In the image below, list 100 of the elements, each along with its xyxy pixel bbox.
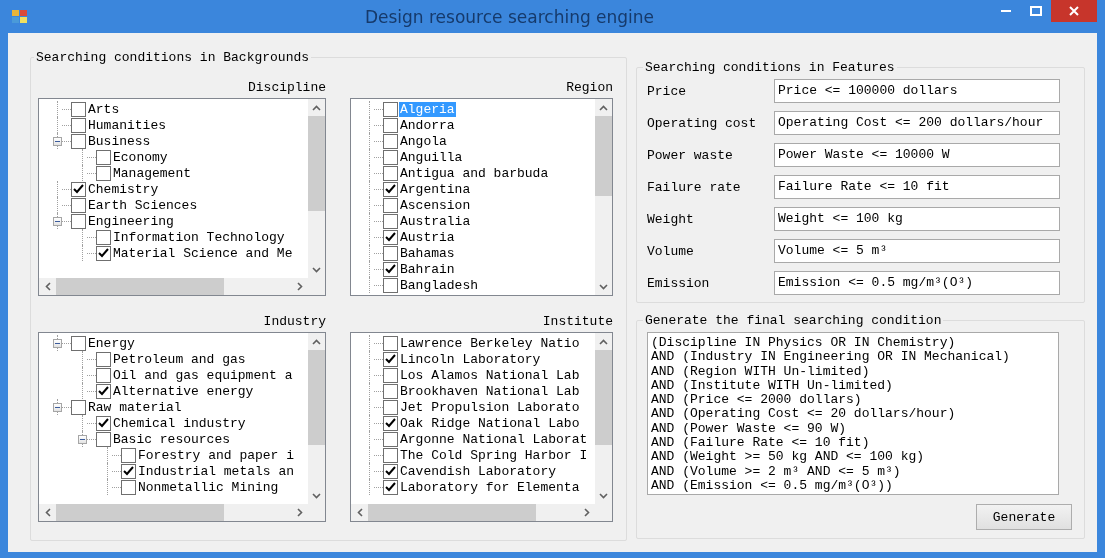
checkbox[interactable] <box>383 367 398 383</box>
checkbox[interactable] <box>383 181 398 197</box>
tree-item[interactable]: Business <box>87 133 152 149</box>
vertical-scrollbar[interactable] <box>595 333 612 504</box>
checkbox[interactable] <box>383 431 398 447</box>
collapse-icon[interactable] <box>53 136 62 146</box>
checkbox[interactable] <box>71 117 86 133</box>
scroll-left-icon[interactable] <box>44 282 51 291</box>
checkbox[interactable] <box>71 181 86 197</box>
input-field[interactable]: Price <= 100000 dollars <box>774 79 1060 103</box>
scroll-up-icon[interactable] <box>312 338 321 345</box>
horizontal-scrollbar[interactable] <box>39 278 308 295</box>
scroll-left-icon[interactable] <box>44 508 51 517</box>
checkbox[interactable] <box>383 383 398 399</box>
checkbox[interactable] <box>383 149 398 165</box>
tree-item[interactable]: Argonne National Laborat <box>399 431 589 447</box>
tree-item[interactable]: Lawrence Berkeley Natio <box>399 335 581 351</box>
checkbox[interactable] <box>121 479 136 495</box>
checkbox[interactable] <box>383 229 398 245</box>
tree-item[interactable]: Forestry and paper i <box>137 447 296 463</box>
checkbox[interactable] <box>383 463 398 479</box>
scrollbar-thumb[interactable] <box>56 278 224 295</box>
checkbox[interactable] <box>96 165 111 181</box>
tree-item[interactable]: Brookhaven National Lab <box>399 383 581 399</box>
checkbox[interactable] <box>383 213 398 229</box>
tree-item[interactable]: Humanities <box>87 117 167 133</box>
checkbox[interactable] <box>71 101 86 117</box>
scrollbar-thumb[interactable] <box>56 504 224 521</box>
tree-item[interactable]: Arts <box>87 101 121 117</box>
scrollbar-thumb[interactable] <box>308 116 325 211</box>
scroll-down-icon[interactable] <box>599 492 608 499</box>
tree-item[interactable]: Jet Propulsion Laborato <box>399 399 581 415</box>
input-field[interactable]: Failure Rate <= 10 fit <box>774 175 1060 199</box>
checkbox[interactable] <box>96 351 111 367</box>
scroll-down-icon[interactable] <box>599 283 608 290</box>
input-field[interactable]: Operating Cost <= 200 dollars/hour <box>774 111 1060 135</box>
vertical-scrollbar[interactable] <box>308 333 325 504</box>
tree-item[interactable]: Management <box>112 165 192 181</box>
collapse-icon[interactable] <box>53 338 62 348</box>
tree-item[interactable]: Energy <box>87 335 136 351</box>
condition-field[interactable]: (Discipline IN Physics OR IN Chemistry) AND (Industry IN Engineering OR IN Mechanical) AND (Region WITH Un-limited) AND (Institute WITH Un-limited) AND (Price <= 2000 dollars) AND (Operating Cost <= 20 dollars/hour) AND (Power Waste <= 90 W) AND (Failure Rate <= 10 fit) AND (Weight >= 50 kg AND <= 100 kg) AND (Volume >= 2 m³ AND <= 5 m³) AND (Emission <= 0.5 mg/m³(O³)) <box>647 332 1059 495</box>
tree-item[interactable]: Basic resources <box>112 431 232 447</box>
tree-item[interactable]: Industrial metals an <box>137 463 296 479</box>
tree-item[interactable]: Nonmetallic Mining <box>137 479 280 495</box>
vertical-scrollbar[interactable] <box>308 99 325 278</box>
horizontal-scrollbar[interactable] <box>39 504 308 521</box>
tree-item[interactable]: Chemistry <box>87 181 160 197</box>
scroll-up-icon[interactable] <box>599 338 608 345</box>
close-button[interactable] <box>1051 0 1097 22</box>
checkbox[interactable] <box>96 245 111 261</box>
checkbox[interactable] <box>383 351 398 367</box>
tree-item[interactable]: Bahamas <box>399 245 456 261</box>
tree-item[interactable]: Oil and gas equipment a <box>112 367 294 383</box>
tree-item[interactable]: Earth Sciences <box>87 197 199 213</box>
tree-item[interactable]: Chemical industry <box>112 415 247 431</box>
checkbox[interactable] <box>71 213 86 229</box>
scroll-up-icon[interactable] <box>599 104 608 111</box>
checkbox[interactable] <box>71 399 86 415</box>
checkbox[interactable] <box>383 117 398 133</box>
tree-item[interactable]: Anguilla <box>399 149 464 165</box>
scroll-right-icon[interactable] <box>583 508 590 517</box>
tree-item[interactable]: Angola <box>399 133 448 149</box>
tree-item[interactable]: Lincoln Laboratory <box>399 351 542 367</box>
scroll-down-icon[interactable] <box>312 492 321 499</box>
checkbox[interactable] <box>96 149 111 165</box>
tree-item[interactable]: Laboratory for Elementa <box>399 479 581 495</box>
tree-view[interactable] <box>350 332 613 522</box>
checkbox[interactable] <box>383 415 398 431</box>
checkbox[interactable] <box>383 165 398 181</box>
checkbox[interactable] <box>121 463 136 479</box>
checkbox[interactable] <box>96 383 111 399</box>
checkbox[interactable] <box>96 431 111 447</box>
scroll-right-icon[interactable] <box>296 282 303 291</box>
tree-item[interactable]: The Cold Spring Harbor I <box>399 447 589 463</box>
tree-item[interactable]: Material Science and Me <box>112 245 294 261</box>
checkbox[interactable] <box>383 261 398 277</box>
tree-item[interactable]: Ascension <box>399 197 472 213</box>
checkbox[interactable] <box>383 335 398 351</box>
input-field[interactable]: Volume <= 5 m³ <box>774 239 1060 263</box>
checkbox[interactable] <box>383 245 398 261</box>
tree-item[interactable]: Raw material <box>87 399 183 415</box>
tree-item[interactable]: Cavendish Laboratory <box>399 463 558 479</box>
checkbox[interactable] <box>71 133 86 149</box>
checkbox[interactable] <box>383 479 398 495</box>
collapse-icon[interactable] <box>78 434 87 444</box>
scrollbar-thumb[interactable] <box>308 350 325 445</box>
tree-item[interactable]: Australia <box>399 213 472 229</box>
input-field[interactable]: Emission <= 0.5 mg/m³(O³) <box>774 271 1060 295</box>
tree-item[interactable]: Oak Ridge National Labo <box>399 415 581 431</box>
tree-item[interactable]: Bahrain <box>399 261 456 277</box>
checkbox[interactable] <box>383 197 398 213</box>
checkbox[interactable] <box>96 415 111 431</box>
tree-item[interactable]: Engineering <box>87 213 175 229</box>
tree-item[interactable]: Alternative energy <box>112 383 255 399</box>
checkbox[interactable] <box>121 447 136 463</box>
scroll-left-icon[interactable] <box>356 508 363 517</box>
input-field[interactable]: Power Waste <= 10000 W <box>774 143 1060 167</box>
tree-item[interactable]: Economy <box>112 149 169 165</box>
tree-item[interactable]: Andorra <box>399 117 456 133</box>
checkbox[interactable] <box>383 277 398 293</box>
